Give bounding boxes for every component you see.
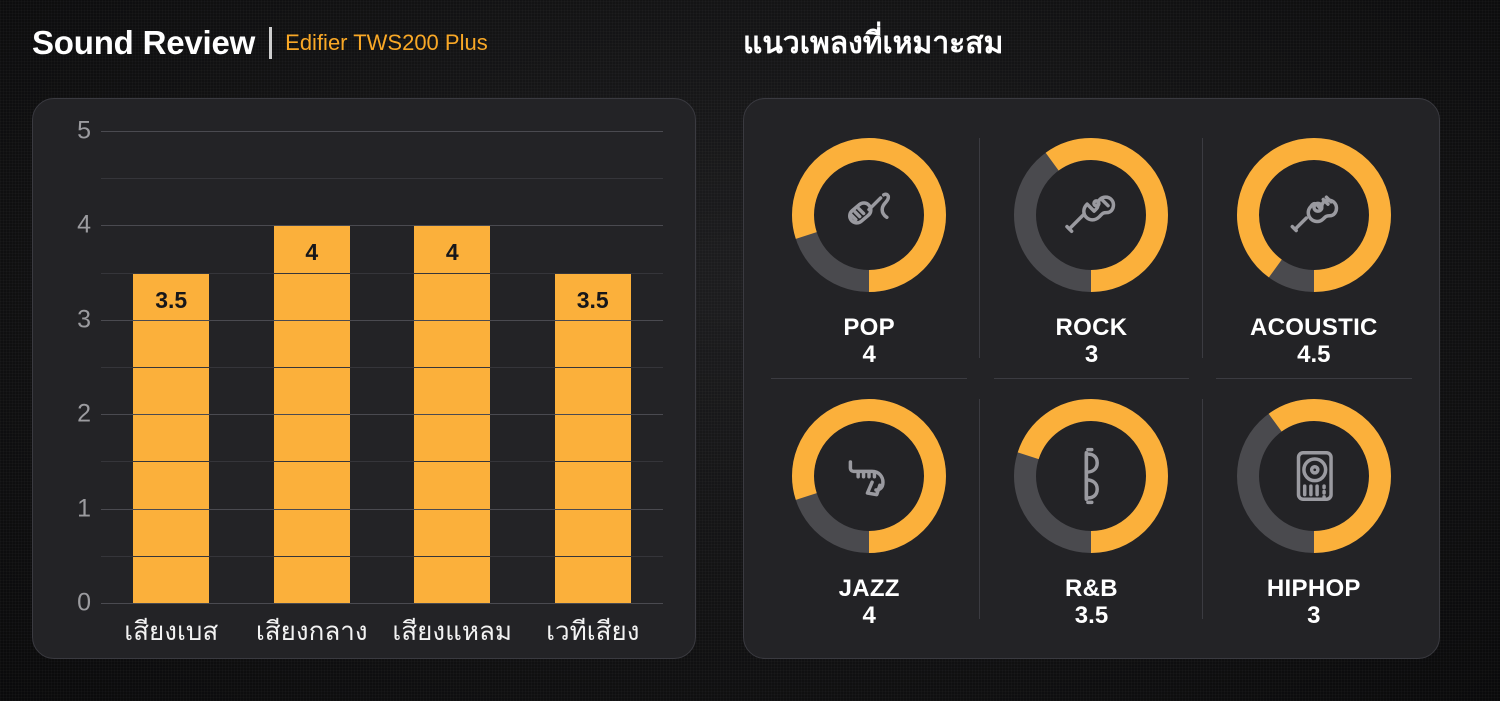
donut-chart xyxy=(1226,388,1402,564)
genre-score: 3.5 xyxy=(1074,602,1109,630)
donut-svg xyxy=(1014,137,1169,292)
genre-name: POP xyxy=(843,313,895,341)
donut-svg xyxy=(1014,399,1169,554)
donut-chart xyxy=(781,127,957,303)
y-axis: 0 1 2 3 4 5 xyxy=(55,118,101,615)
gridline-minor xyxy=(101,272,663,274)
donut-svg xyxy=(792,399,947,554)
y-axis-tick-label: 1 xyxy=(77,494,91,523)
genre-cell-rock[interactable]: ROCK 3 xyxy=(980,117,1203,379)
genre-name: R&B xyxy=(1065,575,1118,603)
genre-score: 3 xyxy=(1307,602,1321,630)
genre-name: JAZZ xyxy=(838,575,900,603)
genre-cell-rb[interactable]: R&B 3.5 xyxy=(980,379,1203,641)
genre-name: HIPHOP xyxy=(1266,575,1361,603)
product-subtitle: Edifier TWS200 Plus xyxy=(285,30,488,55)
right-header: แนวเพลงที่เหมาะสม xyxy=(721,0,1480,86)
genres-heading: แนวเพลงที่เหมาะสม xyxy=(743,26,1004,60)
x-axis-tick-label: เวทีเสียง xyxy=(546,616,640,646)
gridline-minor xyxy=(101,367,663,368)
gridline xyxy=(101,414,663,416)
bar-value-label: 4 xyxy=(445,239,459,266)
gridline xyxy=(101,131,663,132)
bar-chart-panel: 0 1 2 3 4 5 3.5 4 4 3.5 เสียงเบส เสียงกลาง เสียงแห… xyxy=(32,98,696,659)
gridline xyxy=(101,319,663,321)
donut-chart xyxy=(1226,127,1402,303)
donut-svg xyxy=(1236,137,1391,292)
donut-value-arc xyxy=(1236,137,1391,292)
y-axis-tick-label: 4 xyxy=(77,210,91,239)
y-axis-tick-label: 0 xyxy=(77,588,91,617)
bar[interactable]: 3.5 xyxy=(554,272,631,603)
page-title: Sound Review xyxy=(32,24,256,61)
x-axis: เสียงเบส เสียงกลาง เสียงแหลม เวทีเสียง xyxy=(55,611,663,652)
genre-cell-hiphop[interactable]: HIPHOP 3 xyxy=(1203,379,1425,641)
donut-svg xyxy=(792,137,947,292)
genre-score: 3 xyxy=(1084,340,1099,368)
x-axis-tick-label: เสียงแหลม xyxy=(392,616,513,646)
genre-name: ACOUSTIC xyxy=(1249,313,1378,341)
bar-value-label: 3.5 xyxy=(576,286,609,313)
x-axis-labels: เสียงเบส เสียงกลาง เสียงแหลม เวทีเสียง xyxy=(101,611,663,652)
bar-value-label: 4 xyxy=(305,239,319,266)
bar-chart: 0 1 2 3 4 5 3.5 4 4 3.5 เสียงเบส เสียงกลาง เสียงแห… xyxy=(33,99,695,658)
genre-cell-jazz[interactable]: JAZZ 4 xyxy=(758,379,981,641)
gridline xyxy=(101,603,663,604)
bar[interactable]: 3.5 xyxy=(133,272,210,603)
gridline-minor xyxy=(101,461,663,463)
y-axis-tick-label: 5 xyxy=(77,116,91,145)
donut-chart xyxy=(1003,388,1179,564)
gridline xyxy=(101,225,663,227)
genre-score: 4 xyxy=(862,340,876,368)
donut-chart xyxy=(1003,127,1179,303)
genre-cell-pop[interactable]: POP 4 xyxy=(758,117,981,379)
gridline-minor xyxy=(101,178,663,180)
gridline xyxy=(101,508,663,510)
genre-score: 4 xyxy=(862,602,876,630)
donut-svg xyxy=(1236,399,1391,554)
title-divider xyxy=(269,27,273,59)
genre-score: 4.5 xyxy=(1297,340,1331,368)
gridline-minor xyxy=(101,555,663,557)
left-header: Sound Review Edifier TWS200 Plus xyxy=(0,0,720,86)
x-axis-tick-label: เสียงกลาง xyxy=(255,616,368,646)
donut-chart xyxy=(781,388,957,564)
genre-grid: POP 4 ROCK 3 ACOUSTIC 4.5 JAZZ 4 R&B 3.5 HIPHOP 3 xyxy=(744,99,1439,658)
bar-value-label: 3.5 xyxy=(155,286,188,313)
genre-name: ROCK xyxy=(1055,313,1128,341)
y-axis-tick-label: 2 xyxy=(77,399,91,428)
bar-chart-body: 0 1 2 3 4 5 3.5 4 4 3.5 xyxy=(55,118,663,615)
infographic-root: Sound Review Edifier TWS200 Plus แนวเพลง… xyxy=(0,0,1500,701)
plot-area: 3.5 4 4 3.5 xyxy=(101,131,663,604)
genre-cell-acoustic[interactable]: ACOUSTIC 4.5 xyxy=(1203,117,1425,379)
genre-panel: POP 4 ROCK 3 ACOUSTIC 4.5 JAZZ 4 R&B 3.5 HIPHOP 3 xyxy=(743,98,1440,659)
x-axis-tick-label: เสียงเบส xyxy=(124,616,219,646)
y-axis-tick-label: 3 xyxy=(77,305,91,334)
